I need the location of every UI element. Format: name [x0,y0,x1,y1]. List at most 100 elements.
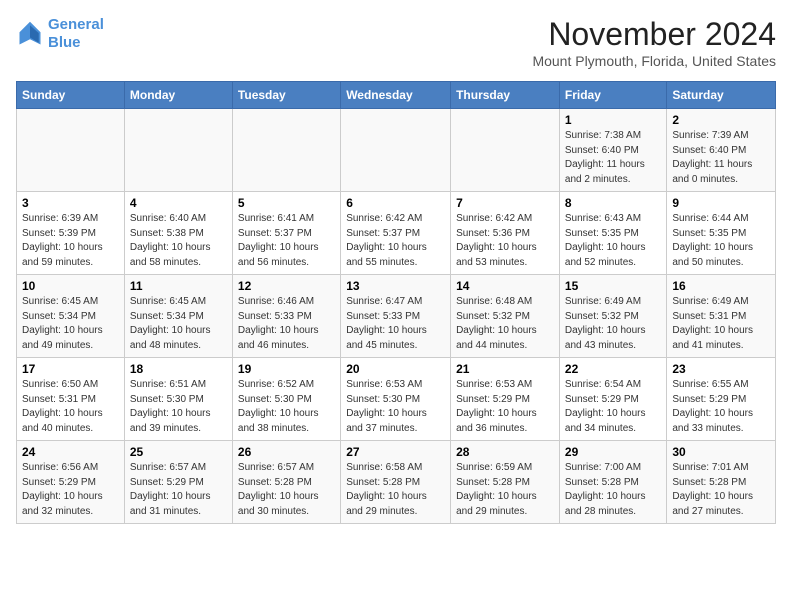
day-info: Sunrise: 6:54 AM Sunset: 5:29 PM Dayligh… [565,378,661,436]
day-number: 28 [456,445,554,459]
calendar-cell: 29 Sunrise: 7:00 AM Sunset: 5:28 PM Dayli… [559,441,666,524]
calendar-cell: 21 Sunrise: 6:53 AM Sunset: 5:29 PM Dayli… [451,358,560,441]
day-number: 22 [565,362,661,376]
day-number: 5 [238,196,335,210]
day-number: 4 [130,196,227,210]
day-info: Sunrise: 6:47 AM Sunset: 5:33 PM Dayligh… [346,295,445,353]
day-number: 30 [672,445,770,459]
logo: General Blue [16,16,104,52]
day-info: Sunrise: 6:45 AM Sunset: 5:34 PM Dayligh… [22,295,119,353]
day-number: 10 [22,279,119,293]
day-number: 6 [346,196,445,210]
day-info: Sunrise: 6:49 AM Sunset: 5:31 PM Dayligh… [672,295,770,353]
calendar-cell: 8 Sunrise: 6:43 AM Sunset: 5:35 PM Daylig… [559,192,666,275]
calendar-header-row: SundayMondayTuesdayWednesdayThursdayFrid… [17,82,776,109]
day-number: 13 [346,279,445,293]
calendar-cell: 4 Sunrise: 6:40 AM Sunset: 5:38 PM Daylig… [124,192,232,275]
day-header-wednesday: Wednesday [341,82,451,109]
day-header-sunday: Sunday [17,82,125,109]
day-info: Sunrise: 6:52 AM Sunset: 5:30 PM Dayligh… [238,378,335,436]
calendar-cell: 7Sunrise: 6:42 AM Sunset: 5:36 PM Daylig… [451,192,560,275]
calendar-cell: 30 Sunrise: 7:01 AM Sunset: 5:28 PM Dayli… [667,441,776,524]
day-number: 20 [346,362,445,376]
calendar-cell: 25 Sunrise: 6:57 AM Sunset: 5:29 PM Dayli… [124,441,232,524]
logo-icon [16,20,44,48]
day-info: Sunrise: 6:44 AM Sunset: 5:35 PM Dayligh… [672,212,770,270]
calendar-week-row: 24Sunrise: 6:56 AM Sunset: 5:29 PM Dayli… [17,441,776,524]
day-info: Sunrise: 6:57 AM Sunset: 5:29 PM Dayligh… [130,461,227,519]
calendar-cell: 28 Sunrise: 6:59 AM Sunset: 5:28 PM Dayli… [451,441,560,524]
calendar-cell: 10 Sunrise: 6:45 AM Sunset: 5:34 PM Dayli… [17,275,125,358]
calendar-cell: 24Sunrise: 6:56 AM Sunset: 5:29 PM Dayli… [17,441,125,524]
day-number: 16 [672,279,770,293]
day-info: Sunrise: 7:39 AM Sunset: 6:40 PM Dayligh… [672,129,770,187]
day-header-saturday: Saturday [667,82,776,109]
day-header-monday: Monday [124,82,232,109]
calendar-cell: 11 Sunrise: 6:45 AM Sunset: 5:34 PM Dayli… [124,275,232,358]
day-info: Sunrise: 6:46 AM Sunset: 5:33 PM Dayligh… [238,295,335,353]
calendar-cell: 12Sunrise: 6:46 AM Sunset: 5:33 PM Dayli… [232,275,340,358]
day-info: Sunrise: 6:53 AM Sunset: 5:29 PM Dayligh… [456,378,554,436]
day-number: 17 [22,362,119,376]
day-info: Sunrise: 6:59 AM Sunset: 5:28 PM Dayligh… [456,461,554,519]
day-number: 25 [130,445,227,459]
calendar-cell [232,109,340,192]
day-number: 27 [346,445,445,459]
day-number: 8 [565,196,661,210]
calendar-week-row: 10 Sunrise: 6:45 AM Sunset: 5:34 PM Dayli… [17,275,776,358]
calendar-cell: 1 Sunrise: 7:38 AM Sunset: 6:40 PM Daylig… [559,109,666,192]
calendar-week-row: 1 Sunrise: 7:38 AM Sunset: 6:40 PM Daylig… [17,109,776,192]
day-header-friday: Friday [559,82,666,109]
day-info: Sunrise: 6:45 AM Sunset: 5:34 PM Dayligh… [130,295,227,353]
calendar-cell: 14 Sunrise: 6:48 AM Sunset: 5:32 PM Dayli… [451,275,560,358]
header: General Blue November 2024 Mount Plymout… [16,16,776,69]
day-number: 23 [672,362,770,376]
day-info: Sunrise: 6:57 AM Sunset: 5:28 PM Dayligh… [238,461,335,519]
calendar-cell: 17 Sunrise: 6:50 AM Sunset: 5:31 PM Dayli… [17,358,125,441]
calendar-cell: 27Sunrise: 6:58 AM Sunset: 5:28 PM Dayli… [341,441,451,524]
month-title: November 2024 [532,16,776,53]
day-info: Sunrise: 6:41 AM Sunset: 5:37 PM Dayligh… [238,212,335,270]
calendar-cell: 2 Sunrise: 7:39 AM Sunset: 6:40 PM Daylig… [667,109,776,192]
day-number: 11 [130,279,227,293]
calendar-cell: 19 Sunrise: 6:52 AM Sunset: 5:30 PM Dayli… [232,358,340,441]
day-info: Sunrise: 7:00 AM Sunset: 5:28 PM Dayligh… [565,461,661,519]
calendar-week-row: 17 Sunrise: 6:50 AM Sunset: 5:31 PM Dayli… [17,358,776,441]
calendar-cell: 9 Sunrise: 6:44 AM Sunset: 5:35 PM Daylig… [667,192,776,275]
calendar-cell: 18Sunrise: 6:51 AM Sunset: 5:30 PM Dayli… [124,358,232,441]
day-number: 2 [672,113,770,127]
day-info: Sunrise: 6:42 AM Sunset: 5:37 PM Dayligh… [346,212,445,270]
calendar-cell: 26 Sunrise: 6:57 AM Sunset: 5:28 PM Dayli… [232,441,340,524]
day-number: 24 [22,445,119,459]
day-info: Sunrise: 7:01 AM Sunset: 5:28 PM Dayligh… [672,461,770,519]
day-number: 29 [565,445,661,459]
day-info: Sunrise: 6:43 AM Sunset: 5:35 PM Dayligh… [565,212,661,270]
day-info: Sunrise: 6:55 AM Sunset: 5:29 PM Dayligh… [672,378,770,436]
calendar-week-row: 3Sunrise: 6:39 AM Sunset: 5:39 PM Daylig… [17,192,776,275]
calendar-cell: 22 Sunrise: 6:54 AM Sunset: 5:29 PM Dayli… [559,358,666,441]
day-number: 21 [456,362,554,376]
calendar-cell [341,109,451,192]
calendar-cell: 3Sunrise: 6:39 AM Sunset: 5:39 PM Daylig… [17,192,125,275]
calendar-cell: 23 Sunrise: 6:55 AM Sunset: 5:29 PM Dayli… [667,358,776,441]
calendar-cell: 16 Sunrise: 6:49 AM Sunset: 5:31 PM Dayli… [667,275,776,358]
day-number: 14 [456,279,554,293]
day-header-tuesday: Tuesday [232,82,340,109]
day-number: 26 [238,445,335,459]
day-number: 9 [672,196,770,210]
day-number: 1 [565,113,661,127]
location-subtitle: Mount Plymouth, Florida, United States [532,53,776,69]
day-info: Sunrise: 7:38 AM Sunset: 6:40 PM Dayligh… [565,129,661,187]
day-info: Sunrise: 6:49 AM Sunset: 5:32 PM Dayligh… [565,295,661,353]
day-info: Sunrise: 6:42 AM Sunset: 5:36 PM Dayligh… [456,212,554,270]
day-info: Sunrise: 6:50 AM Sunset: 5:31 PM Dayligh… [22,378,119,436]
day-info: Sunrise: 6:40 AM Sunset: 5:38 PM Dayligh… [130,212,227,270]
calendar-cell [124,109,232,192]
day-info: Sunrise: 6:51 AM Sunset: 5:30 PM Dayligh… [130,378,227,436]
calendar-cell [17,109,125,192]
calendar-cell: 6 Sunrise: 6:42 AM Sunset: 5:37 PM Daylig… [341,192,451,275]
day-number: 19 [238,362,335,376]
day-info: Sunrise: 6:48 AM Sunset: 5:32 PM Dayligh… [456,295,554,353]
calendar-cell: 13 Sunrise: 6:47 AM Sunset: 5:33 PM Dayli… [341,275,451,358]
day-number: 15 [565,279,661,293]
